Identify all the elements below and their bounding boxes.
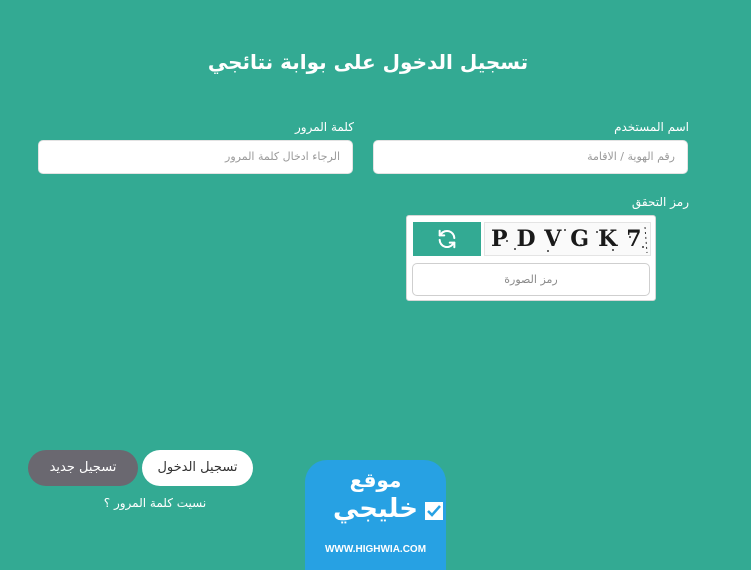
captcha-placeholder: رمز الصورة: [504, 273, 558, 286]
check-icon: [425, 502, 443, 520]
refresh-captcha-button[interactable]: [413, 222, 481, 256]
captcha-image: PDVGK7: [484, 222, 651, 256]
captcha-label: رمز التحقق: [631, 195, 689, 209]
watermark-url: WWW.HIGHWIA.COM: [324, 544, 427, 555]
watermark-line1: موقع: [349, 468, 402, 492]
captcha-panel: PDVGK7 رمز الصورة: [406, 215, 656, 301]
captcha-input[interactable]: رمز الصورة: [412, 263, 650, 296]
password-field[interactable]: الرجاء ادخال كلمة المرور: [38, 140, 353, 174]
register-button[interactable]: تسجيل جديد: [28, 450, 138, 486]
captcha-code: PDVGK7: [491, 226, 651, 252]
page-title: تسجيل الدخول على بوابة نتائجي: [207, 50, 529, 74]
username-field[interactable]: رقم الهوية / الاقامة: [373, 140, 688, 174]
username-label: اسم المستخدم: [614, 120, 689, 134]
username-placeholder: رقم الهوية / الاقامة: [587, 150, 675, 163]
password-label: كلمة المرور: [294, 120, 354, 134]
refresh-icon: [438, 229, 456, 249]
password-placeholder: الرجاء ادخال كلمة المرور: [225, 150, 340, 163]
login-button[interactable]: تسجيل الدخول: [142, 450, 253, 486]
forgot-password-link[interactable]: نسيت كلمة المرور ؟: [90, 496, 220, 510]
site-watermark: موقع خليجي WWW.HIGHWIA.COM: [305, 460, 446, 570]
